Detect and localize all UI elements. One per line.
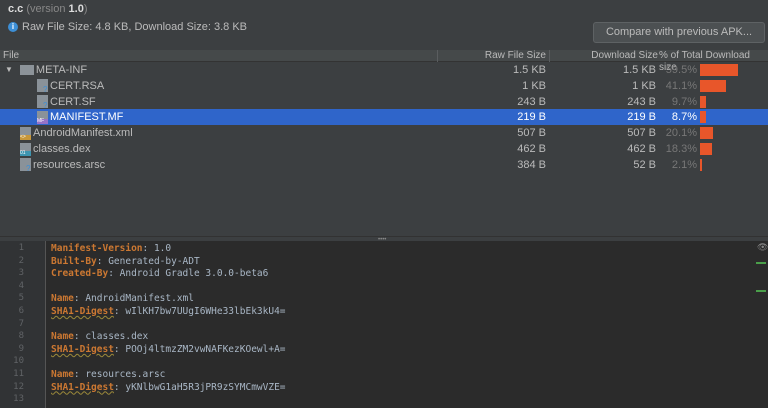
download-size: 219 B [627, 111, 656, 124]
line-number: 6 [18, 306, 24, 316]
line-number: 1 [18, 243, 24, 253]
table-row[interactable]: MF MANIFEST.MF 219 B 219 B 8.7% [0, 109, 768, 126]
size-info-text: Raw File Size: 4.8 KB, Download Size: 3.… [22, 21, 247, 33]
expand-arrow-icon[interactable]: ▼ [5, 62, 13, 78]
info-icon: i [8, 22, 18, 32]
size-bar [700, 79, 727, 92]
file-name: resources.arsc [33, 158, 106, 171]
unknown-file-icon: ? [37, 95, 48, 110]
line-number: 5 [18, 293, 24, 304]
download-size: 462 B [627, 143, 656, 155]
line-number: 2 [18, 255, 24, 266]
percent-total: 20.1% [665, 127, 697, 140]
code-line: SHA1-Digest: POOj4ltmzZM2vwNAFKezKOewl+A… [51, 343, 286, 355]
change-marker [756, 262, 766, 264]
download-size: 507 B [627, 127, 656, 140]
size-bar [700, 158, 702, 171]
table-row[interactable]: 01 classes.dex 462 B 462 B 18.3% [0, 141, 768, 157]
file-name: MANIFEST.MF [50, 111, 124, 124]
column-file[interactable]: File [3, 50, 19, 62]
table-row[interactable]: ? resources.arsc 384 B 52 B 2.1% [0, 157, 768, 173]
size-bar [700, 95, 707, 108]
table-row[interactable]: ▼ META-INF 1.5 KB 1.5 KB 59.5% [0, 62, 768, 78]
table-row[interactable]: ? CERT.SF 243 B 243 B 9.7% [0, 94, 768, 110]
code-line: Name: resources.arsc [51, 369, 166, 380]
table-row[interactable]: <> AndroidManifest.xml 507 B 507 B 20.1% [0, 125, 768, 141]
code-line: Manifest-Version: 1.0 [51, 243, 172, 254]
column-raw-size[interactable]: Raw File Size [485, 50, 546, 62]
table-row[interactable]: ? CERT.RSA 1 KB 1 KB 41.1% [0, 78, 768, 94]
download-size: 1.5 KB [622, 64, 656, 76]
compare-apk-button[interactable]: Compare with previous APK... [593, 22, 765, 43]
raw-size: 507 B [517, 127, 546, 140]
size-bar [700, 127, 713, 140]
dex-file-icon: 01 [20, 142, 31, 156]
code-line: Name: AndroidManifest.xml [51, 293, 194, 305]
raw-size: 219 B [517, 111, 546, 124]
download-size: 1 KB [632, 79, 656, 92]
code-line: Name: classes.dex [51, 331, 149, 343]
xml-file-icon: <> [20, 126, 31, 140]
table-header: File Raw File Size Download Size % of To… [0, 50, 768, 73]
unknown-file-icon: ? [37, 79, 48, 94]
manifest-file-icon: MF [37, 110, 48, 124]
size-bar [700, 64, 739, 76]
percent-total: 18.3% [665, 143, 697, 155]
line-number: 4 [18, 280, 24, 291]
eye-icon[interactable]: 👁 [757, 242, 768, 253]
raw-size: 462 B [517, 143, 546, 155]
percent-total: 2.1% [671, 158, 697, 171]
file-name: CERT.RSA [50, 79, 105, 92]
unknown-file-icon: ? [20, 158, 31, 173]
percent-total: 41.1% [665, 79, 697, 92]
size-bar [700, 143, 712, 155]
file-name: classes.dex [33, 143, 91, 155]
download-size: 52 B [633, 158, 656, 171]
folder-icon [19, 65, 34, 75]
apk-title: c.c (version 1.0) [8, 3, 88, 15]
line-number: 13 [13, 394, 24, 405]
change-marker [756, 290, 766, 292]
percent-total: 8.7% [671, 111, 697, 124]
line-number: 3 [18, 268, 24, 279]
raw-size: 384 B [517, 158, 546, 171]
code-line: Built-By: Generated-by-ADT [51, 255, 200, 267]
percent-total: 59.5% [665, 64, 697, 76]
code-line: Created-By: Android Gradle 3.0.0-beta6 [51, 268, 269, 280]
file-name: CERT.SF [50, 95, 96, 108]
percent-total: 9.7% [671, 95, 697, 108]
raw-size: 1.5 KB [512, 64, 546, 76]
raw-size: 243 B [517, 95, 546, 108]
code-line: SHA1-Digest: yKNlbwG1aH5R3jPR9zSYMCmwVZE… [51, 381, 286, 393]
size-info: i Raw File Size: 4.8 KB, Download Size: 3… [8, 21, 247, 33]
file-name: AndroidManifest.xml [33, 127, 133, 140]
raw-size: 1 KB [522, 79, 546, 92]
line-number: 10 [13, 356, 24, 367]
column-download-size[interactable]: Download Size [591, 50, 658, 62]
code-line: SHA1-Digest: wIlKH7bw7UUgI6WHe33lbEk3kU4… [51, 306, 286, 317]
download-size: 243 B [627, 95, 656, 108]
line-number: 11 [13, 369, 24, 379]
line-number: 9 [18, 343, 24, 354]
file-name: META-INF [35, 64, 88, 76]
size-bar [700, 111, 706, 124]
line-number: 7 [18, 318, 24, 329]
line-number: 12 [13, 381, 24, 392]
line-number: 8 [18, 331, 24, 342]
